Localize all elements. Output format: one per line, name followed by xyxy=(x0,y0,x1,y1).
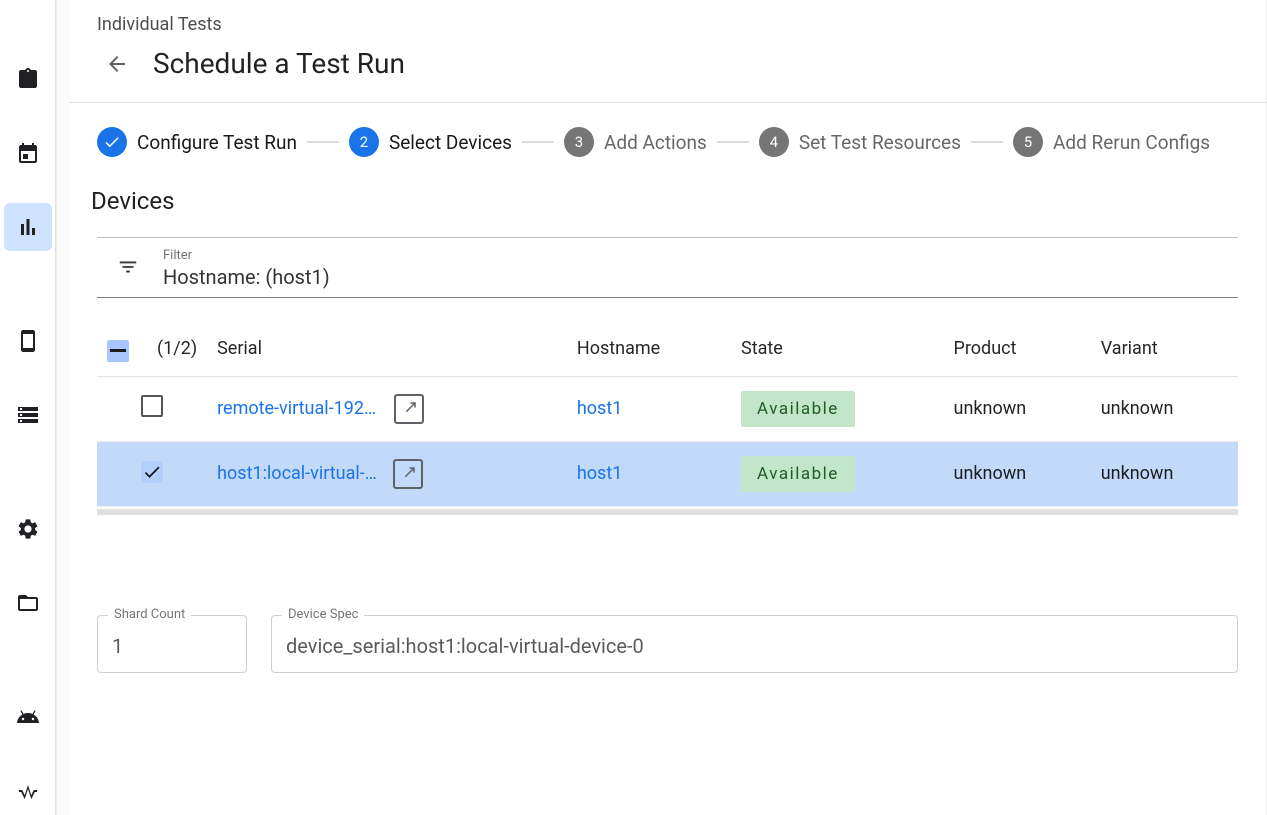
row-checkbox-cell[interactable] xyxy=(97,441,207,506)
content-scroll-wrap: Individual Tests Schedule a Test Run Con… xyxy=(56,0,1267,815)
bar-chart-icon xyxy=(16,215,40,239)
step-connector xyxy=(971,141,1003,143)
bottom-inputs: Shard Count 1 Device Spec device_serial:… xyxy=(69,555,1266,673)
step-label: Add Actions xyxy=(604,131,707,154)
device-spec-label: Device Spec xyxy=(282,607,364,622)
step-label: Add Rerun Configs xyxy=(1053,131,1210,154)
calendar-icon xyxy=(16,141,40,165)
storage-icon xyxy=(16,403,40,427)
header-product[interactable]: Product xyxy=(944,322,1091,376)
row-variant-cell: unknown xyxy=(1091,441,1238,506)
row-product-cell: unknown xyxy=(944,441,1091,506)
sidebar-item-device[interactable] xyxy=(4,317,52,365)
header-divider xyxy=(69,102,1266,103)
filter-row[interactable]: Filter Hostname: (host1) xyxy=(97,237,1238,298)
sidebar-item-settings[interactable] xyxy=(4,505,52,553)
filter-text: Filter Hostname: (host1) xyxy=(163,248,330,289)
step-label: Set Test Resources xyxy=(799,131,961,154)
row-hostname-cell: host1 xyxy=(567,441,731,506)
row-product-cell: unknown xyxy=(944,376,1091,441)
step-circle: 3 xyxy=(564,127,594,157)
shard-count-value: 1 xyxy=(112,634,123,658)
row-serial-cell: host1:local-virtual-… xyxy=(207,441,567,506)
filter-value: Hostname: (host1) xyxy=(163,265,330,289)
hostname-link[interactable]: host1 xyxy=(577,398,622,419)
sidebar-item-calendar[interactable] xyxy=(4,129,52,177)
devices-section: Devices Filter Hostname: (host1) (1/2) S… xyxy=(69,187,1266,515)
open-in-new-icon[interactable] xyxy=(393,459,423,489)
step-circle-active: 2 xyxy=(349,127,379,157)
header-serial[interactable]: Serial xyxy=(207,322,567,376)
step-circle: 4 xyxy=(759,127,789,157)
sidebar-item-storage[interactable] xyxy=(4,391,52,439)
sidebar-item-clipboard[interactable] xyxy=(4,55,52,103)
row-hostname-cell: host1 xyxy=(567,376,731,441)
table-horizontal-scrollbar[interactable] xyxy=(97,509,1238,515)
row-variant-cell: unknown xyxy=(1091,376,1238,441)
android-icon xyxy=(16,705,40,729)
table-header-row: (1/2) Serial Hostname State Product Vari… xyxy=(97,322,1238,376)
step-connector xyxy=(522,141,554,143)
device-spec-value: device_serial:host1:local-virtual-device… xyxy=(286,634,644,658)
step-connector xyxy=(717,141,749,143)
clipboard-icon xyxy=(16,67,40,91)
filter-icon xyxy=(117,256,139,282)
device-spec-input[interactable]: Device Spec device_serial:host1:local-vi… xyxy=(271,615,1238,673)
open-in-new-icon[interactable] xyxy=(394,394,424,424)
smartphone-icon xyxy=(16,329,40,353)
shard-count-label: Shard Count xyxy=(108,607,191,622)
checkbox-checked-icon[interactable] xyxy=(141,461,163,483)
checkbox-unchecked-icon[interactable] xyxy=(141,395,163,417)
step-connector xyxy=(307,141,339,143)
devices-table: (1/2) Serial Hostname State Product Vari… xyxy=(97,322,1238,507)
sidebar-item-folder[interactable] xyxy=(4,579,52,627)
serial-link[interactable]: host1:local-virtual-… xyxy=(217,463,377,484)
row-serial-cell: remote-virtual-192.… xyxy=(207,376,567,441)
step-label: Select Devices xyxy=(389,131,512,154)
main-content: Individual Tests Schedule a Test Run Con… xyxy=(69,0,1266,713)
gear-icon xyxy=(16,517,40,541)
sidebar-item-monitor[interactable] xyxy=(4,767,52,815)
step-circle-done xyxy=(97,127,127,157)
header-variant[interactable]: Variant xyxy=(1091,322,1238,376)
header-checkbox-cell[interactable] xyxy=(97,322,147,376)
header-selection-count: (1/2) xyxy=(147,322,207,376)
header-state[interactable]: State xyxy=(731,322,943,376)
serial-link[interactable]: remote-virtual-192.… xyxy=(217,398,377,419)
row-state-cell: Available xyxy=(731,441,943,506)
sidebar xyxy=(0,0,56,815)
shard-count-input[interactable]: Shard Count 1 xyxy=(97,615,247,673)
table-row[interactable]: host1:local-virtual-… host1 Available un… xyxy=(97,441,1238,506)
folder-icon xyxy=(16,591,40,615)
back-button[interactable] xyxy=(103,50,131,78)
sidebar-item-android[interactable] xyxy=(4,693,52,741)
step-configure-test-run[interactable]: Configure Test Run xyxy=(97,127,297,157)
filter-label: Filter xyxy=(163,248,330,263)
state-badge: Available xyxy=(741,391,855,427)
step-add-actions[interactable]: 3 Add Actions xyxy=(564,127,707,157)
sidebar-item-analytics[interactable] xyxy=(4,203,52,251)
hostname-link[interactable]: host1 xyxy=(577,463,622,484)
header-hostname[interactable]: Hostname xyxy=(567,322,731,376)
page-title: Schedule a Test Run xyxy=(153,47,405,80)
section-title: Devices xyxy=(91,187,1238,215)
stepper: Configure Test Run 2 Select Devices 3 Ad… xyxy=(69,127,1266,187)
breadcrumb[interactable]: Individual Tests xyxy=(69,0,1266,43)
arrow-left-icon xyxy=(105,52,129,76)
row-state-cell: Available xyxy=(731,376,943,441)
ecg-icon xyxy=(16,779,40,803)
state-badge: Available xyxy=(741,456,855,492)
check-icon xyxy=(103,133,121,151)
table-row[interactable]: remote-virtual-192.… host1 Available unk… xyxy=(97,376,1238,441)
step-label: Configure Test Run xyxy=(137,131,297,154)
step-select-devices[interactable]: 2 Select Devices xyxy=(349,127,512,157)
step-set-test-resources[interactable]: 4 Set Test Resources xyxy=(759,127,961,157)
step-circle: 5 xyxy=(1013,127,1043,157)
step-add-rerun-configs[interactable]: 5 Add Rerun Configs xyxy=(1013,127,1210,157)
checkbox-indeterminate-icon[interactable] xyxy=(107,340,129,362)
row-checkbox-cell[interactable] xyxy=(97,376,207,441)
